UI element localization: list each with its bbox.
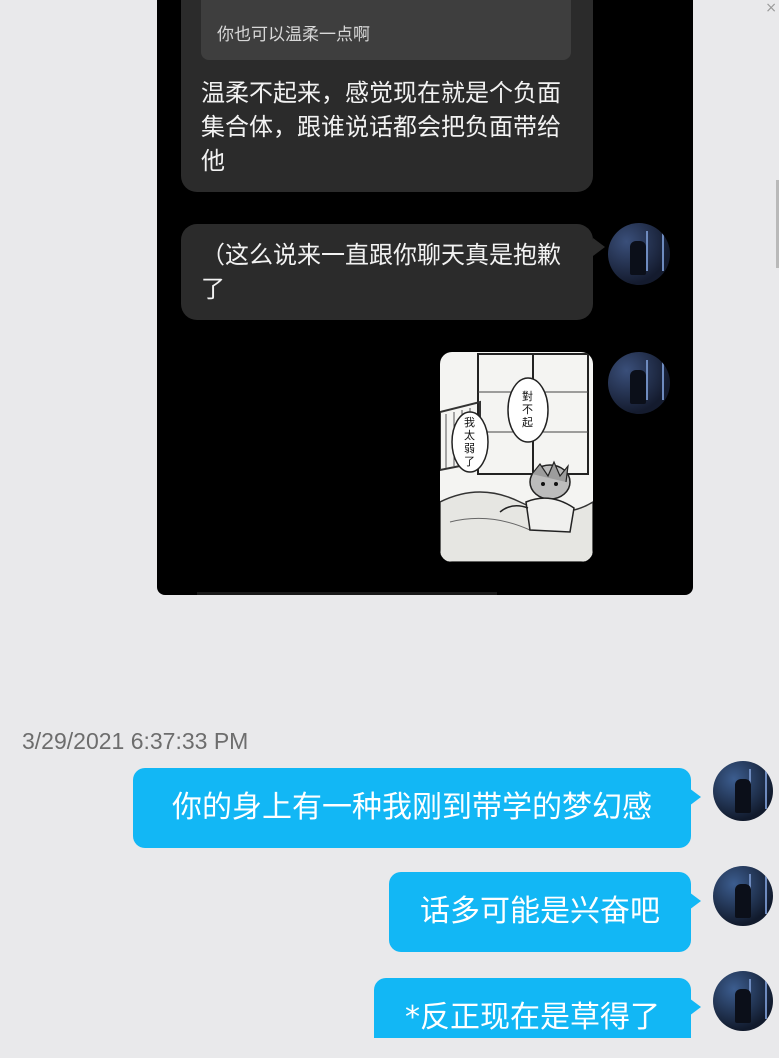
message-text: 你的身上有一种我刚到带学的梦幻感	[172, 790, 652, 825]
avatar[interactable]	[713, 761, 773, 821]
bubble-tail	[593, 238, 605, 256]
avatar[interactable]	[713, 971, 773, 1031]
window-icon	[749, 769, 767, 809]
window-icon	[749, 979, 767, 1019]
manga-sticker-drawing	[440, 353, 593, 562]
dark-message-text: （这么说来一直跟你聊天真是抱歉了	[201, 241, 561, 303]
message-text: *反正现在是草得了	[405, 1000, 660, 1035]
message-text: 话多可能是兴奋吧	[420, 894, 660, 929]
window-icon	[646, 231, 664, 271]
sent-message-bubble[interactable]: 话多可能是兴奋吧	[389, 872, 701, 952]
avatar	[608, 223, 670, 285]
figure-icon	[735, 989, 751, 1023]
figure-icon	[735, 779, 751, 813]
divider	[197, 592, 497, 595]
dark-message-text: 温柔不起来，感觉现在就是个负面集合体，跟谁说话都会把负面带给他	[201, 79, 561, 175]
figure-icon	[735, 884, 751, 918]
manga-sticker-image[interactable]: 對不起 我太弱了	[440, 352, 593, 562]
window-icon	[646, 360, 664, 400]
sent-message-bubble[interactable]: 你的身上有一种我刚到带学的梦幻感	[133, 768, 701, 848]
avatar	[608, 352, 670, 414]
message-timestamp: 3/29/2021 6:37:33 PM	[22, 728, 249, 754]
window-icon	[749, 874, 767, 914]
dark-message-bubble: （这么说来一直跟你聊天真是抱歉了	[181, 224, 593, 320]
embedded-screenshot-image[interactable]: 你也可以温柔一点啊 温柔不起来，感觉现在就是个负面集合体，跟谁说话都会把负面带给…	[157, 0, 693, 595]
quoted-message-text: 你也可以温柔一点啊	[217, 25, 370, 45]
sticker-speech-text: 對不起	[522, 390, 533, 429]
avatar[interactable]	[713, 866, 773, 926]
sticker-speech-text: 我太弱了	[464, 416, 475, 468]
figure-icon	[630, 370, 646, 404]
sent-message-bubble[interactable]: *反正现在是草得了	[374, 978, 701, 1038]
figure-icon	[630, 241, 646, 275]
close-icon[interactable]: ×	[765, 0, 777, 16]
